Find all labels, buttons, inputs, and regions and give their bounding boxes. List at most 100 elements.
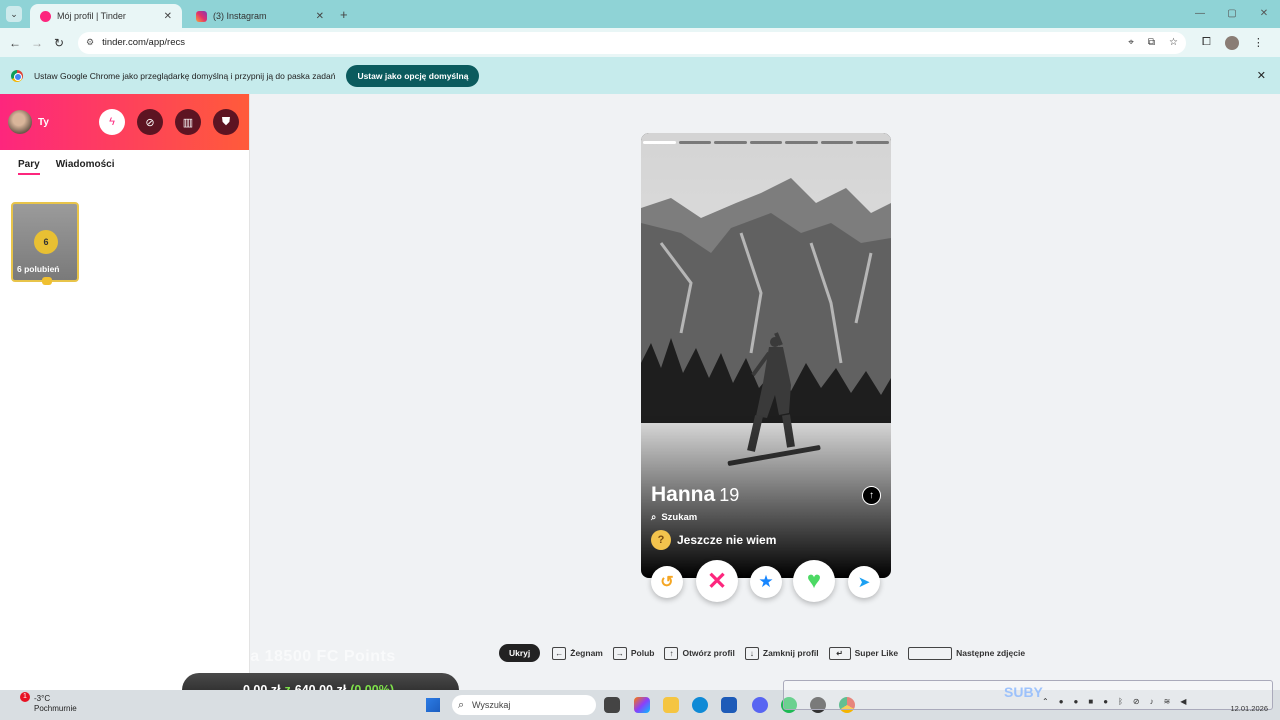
safety-shield-icon[interactable]: ⛊ — [213, 109, 239, 135]
bookmark-star-icon[interactable]: ☆ — [1169, 37, 1178, 48]
overlay-caption: na 18500 FC Points — [240, 648, 396, 665]
hint-label: Super Like — [854, 648, 899, 658]
photo-indicator[interactable] — [820, 141, 854, 144]
user-label[interactable]: Ty — [38, 117, 49, 128]
window-controls: — ▢ ✕ — [1184, 0, 1280, 28]
photo-indicator[interactable] — [678, 141, 712, 144]
forward-icon[interactable]: → — [26, 36, 48, 50]
tray-app-icon[interactable]: ● — [1103, 697, 1108, 706]
instagram-favicon-icon — [196, 10, 207, 22]
reload-icon[interactable]: ↻ — [48, 36, 70, 50]
nope-x-icon[interactable]: ✕ — [696, 560, 738, 602]
super-like-star-icon[interactable]: ★ — [750, 566, 782, 598]
mic-icon[interactable]: ♪ — [1150, 697, 1154, 706]
system-tray: ⌃ ● ● ■ ● ᛒ ⊘ ♪ ≋ ◀ — [1042, 697, 1186, 706]
hint-label: Następne zdjęcie — [956, 648, 1026, 658]
tab-messages[interactable]: Wiadomości — [56, 159, 115, 175]
close-tab-icon[interactable]: ✕ — [164, 11, 172, 22]
close-window-icon[interactable]: ✕ — [1248, 0, 1280, 28]
extensions-icon[interactable]: ⧠ — [1202, 36, 1211, 49]
tab-matches[interactable]: Pary — [18, 159, 40, 175]
close-tab-icon[interactable]: ✕ — [316, 11, 324, 22]
volume-icon[interactable]: ◀ — [1180, 697, 1186, 706]
profile-card[interactable]: Hanna 19 ⌕ Szukam ? Jeszcze nie wiem ↑ — [641, 133, 891, 578]
weather-condition: Pochmurnie — [34, 704, 77, 713]
likes-count-badge: 6 — [34, 230, 58, 254]
photo-indicator[interactable] — [643, 141, 676, 144]
site-info-icon[interactable]: ⚙ — [86, 37, 94, 48]
gold-heart-icon — [42, 277, 52, 285]
photo-indicator[interactable] — [785, 141, 818, 144]
right-arrow-key-icon: → — [612, 646, 627, 660]
left-arrow-key-icon: ← — [552, 646, 567, 660]
looking-for-label: Szukam — [661, 512, 698, 523]
tab-title: (3) Instagram — [213, 11, 267, 21]
file-explorer-icon[interactable] — [663, 697, 679, 713]
close-infobar-icon[interactable]: ✕ — [1257, 69, 1266, 82]
menu-kebab-icon[interactable]: ⋮ — [1253, 36, 1264, 49]
sidebar: Ty ϟ ⊘ ▥ ⛊ Pary Wiadomości 6 6 polubień — [0, 94, 250, 690]
search-icon: ⌕ — [651, 512, 657, 523]
hint-label: Zamknij profil — [762, 648, 819, 658]
gold-briefcase-icon[interactable]: ▥ — [175, 109, 201, 135]
likes-label: 6 polubień — [17, 264, 60, 274]
photo-indicator[interactable] — [749, 141, 783, 144]
sidebar-tabs: Pary Wiadomości — [0, 150, 249, 175]
tab-tinder[interactable]: Mój profil | Tinder ✕ — [30, 4, 182, 28]
space-key-icon — [908, 646, 953, 660]
tab-instagram[interactable]: (3) Instagram ✕ — [186, 4, 334, 28]
install-app-icon[interactable]: ⧉ — [1148, 37, 1155, 48]
store-icon[interactable] — [721, 697, 737, 713]
system-clock[interactable]: 12.01.2026 — [1230, 692, 1268, 714]
tab-title: Mój profil | Tinder — [57, 11, 126, 21]
back-icon[interactable]: ← — [4, 36, 26, 50]
chrome-logo-icon — [11, 69, 23, 82]
open-profile-icon[interactable]: ↑ — [862, 486, 881, 505]
infobar-message: Ustaw Google Chrome jako przeglądarkę do… — [34, 70, 336, 81]
send-paper-plane-icon[interactable]: ➤ — [848, 566, 880, 598]
url-text: tinder.com/app/recs — [102, 37, 185, 48]
hint-label: Otwórz profil — [682, 648, 735, 658]
photo-indicator[interactable] — [856, 141, 890, 144]
set-default-button[interactable]: Ustaw jako opcję domyślną — [346, 64, 480, 87]
up-arrow-key-icon: ↑ — [664, 646, 679, 660]
weather-widget[interactable]: 1 -3°C Pochmurnie — [16, 692, 77, 714]
user-avatar[interactable] — [8, 110, 32, 134]
profile-info: Hanna 19 ⌕ Szukam ? Jeszcze nie wiem — [651, 483, 881, 550]
boost-icon[interactable]: ϟ — [99, 109, 125, 135]
explore-compass-icon[interactable]: ⊘ — [137, 109, 163, 135]
bluetooth-icon[interactable]: ᛒ — [1118, 697, 1123, 706]
profile-avatar-icon[interactable] — [1224, 35, 1239, 50]
browser-tab-strip: ⌄ Mój profil | Tinder ✕ (3) Instagram ✕ … — [0, 0, 1280, 28]
tray-app-icon[interactable]: ■ — [1088, 697, 1093, 706]
hint-label: Żegnam — [570, 648, 603, 658]
tab-search-button[interactable]: ⌄ — [6, 6, 22, 22]
minimize-icon[interactable]: — — [1184, 0, 1216, 28]
likes-you-card[interactable]: 6 6 polubień — [11, 202, 79, 285]
relationship-intent: ? Jeszcze nie wiem — [651, 530, 881, 550]
tray-app-icon[interactable]: ● — [1074, 697, 1079, 706]
location-icon[interactable]: ⌖ — [1128, 37, 1134, 48]
photo-indicator[interactable] — [714, 141, 747, 144]
new-tab-icon[interactable]: + — [340, 7, 348, 22]
rewind-icon[interactable]: ↺ — [651, 566, 683, 598]
task-view-icon[interactable] — [604, 697, 620, 713]
edge-icon[interactable] — [692, 697, 708, 713]
discord-icon[interactable] — [752, 697, 768, 713]
taskbar-search[interactable]: Wyszukaj — [452, 695, 596, 715]
hide-hints-button[interactable]: Ukryj — [499, 644, 541, 662]
default-browser-infobar: Ustaw Google Chrome jako przeglądarkę do… — [0, 57, 1280, 94]
tinder-favicon-icon — [40, 10, 51, 22]
like-heart-icon[interactable]: ♥ — [793, 560, 835, 602]
intent-label: Jeszcze nie wiem — [677, 533, 777, 547]
address-bar[interactable]: ⚙ tinder.com/app/recs ⌖ ⧉ ☆ — [78, 31, 1186, 54]
browser-toolbar: ← → ↻ ⚙ tinder.com/app/recs ⌖ ⧉ ☆ ⧠ ⋮ — [0, 28, 1280, 57]
maximize-icon[interactable]: ▢ — [1216, 0, 1248, 28]
tray-app-icon[interactable]: ● — [1059, 697, 1064, 706]
windows-start-icon[interactable] — [426, 698, 440, 712]
network-off-icon[interactable]: ⊘ — [1133, 697, 1140, 706]
copilot-icon[interactable] — [634, 697, 650, 713]
looking-for: ⌕ Szukam — [651, 512, 881, 523]
chevron-up-icon[interactable]: ⌃ — [1042, 697, 1049, 706]
wifi-icon[interactable]: ≋ — [1164, 697, 1171, 706]
